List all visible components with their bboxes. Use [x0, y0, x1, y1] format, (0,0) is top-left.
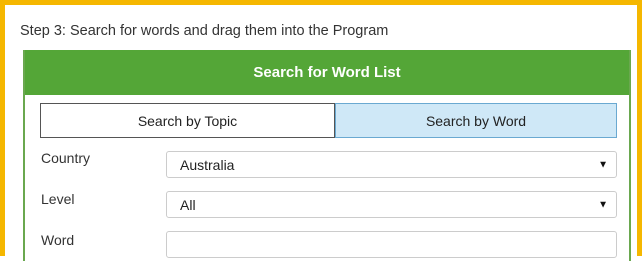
country-select-value: Australia	[180, 156, 235, 173]
level-select[interactable]: All ▼	[166, 191, 617, 218]
panel-header: Search for Word List	[25, 50, 629, 95]
country-select[interactable]: Australia ▼	[166, 151, 617, 178]
level-select-value: All	[180, 196, 196, 213]
word-input[interactable]	[166, 231, 617, 258]
country-label: Country	[41, 150, 91, 166]
level-label: Level	[41, 191, 75, 207]
caret-down-icon: ▼	[598, 199, 608, 210]
caret-down-icon: ▼	[598, 159, 608, 170]
word-list-search-panel: Search for Word List Search by Topic Sea…	[23, 50, 631, 261]
word-label: Word	[41, 232, 75, 248]
step-title: Step 3: Search for words and drag them i…	[20, 23, 389, 39]
tab-search-by-topic[interactable]: Search by Topic	[40, 103, 335, 138]
tab-search-by-word[interactable]: Search by Word	[335, 103, 617, 138]
step-3-container: Step 3: Search for words and drag them i…	[0, 0, 642, 261]
